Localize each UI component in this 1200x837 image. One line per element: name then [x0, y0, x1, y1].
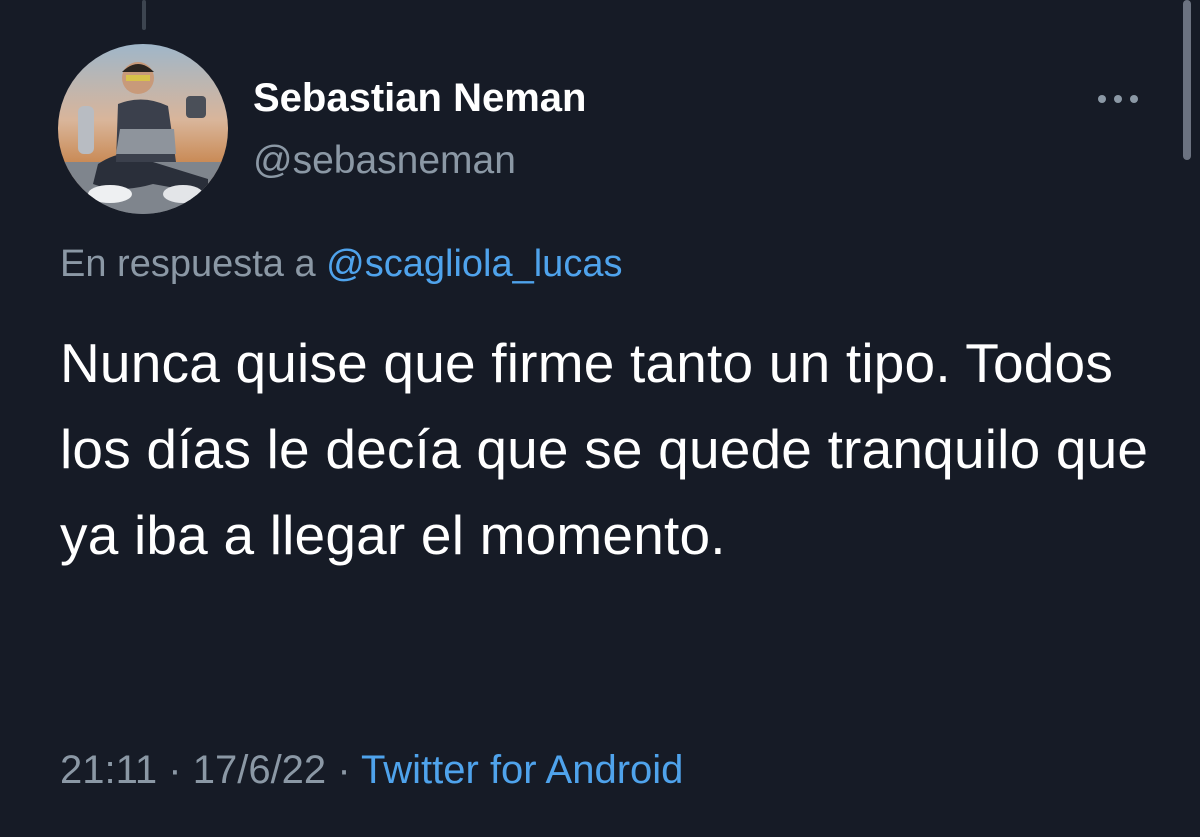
- tweet-time[interactable]: 21:11: [60, 748, 157, 792]
- meta-separator: ·: [168, 748, 182, 792]
- tweet-date[interactable]: 17/6/22: [193, 748, 326, 792]
- reply-mention-link[interactable]: @scagliola_lucas: [326, 243, 622, 285]
- tweet-text: Nunca quise que firme tanto un tipo. Tod…: [60, 332, 1149, 566]
- thread-connector-line: [142, 0, 146, 30]
- tweet-page: Sebastian Neman @sebasneman En respuesta…: [0, 0, 1200, 837]
- author-handle[interactable]: @sebasneman: [253, 137, 516, 185]
- avatar[interactable]: [58, 44, 228, 214]
- reply-prefix: En respuesta a: [60, 243, 316, 285]
- meta-separator: ·: [337, 748, 351, 792]
- more-options-button[interactable]: [1090, 82, 1146, 116]
- tweet-source-link[interactable]: Twitter for Android: [361, 748, 683, 792]
- scrollbar[interactable]: [1183, 0, 1191, 160]
- tweet-meta: 21:11 · 17/6/22 · Twitter for Android: [60, 744, 683, 796]
- avatar-photo-icon: [58, 44, 228, 214]
- author-display-name[interactable]: Sebastian Neman: [253, 74, 586, 122]
- reply-context: En respuesta a @scagliola_lucas: [60, 240, 622, 288]
- more-options-icon: [1098, 95, 1138, 103]
